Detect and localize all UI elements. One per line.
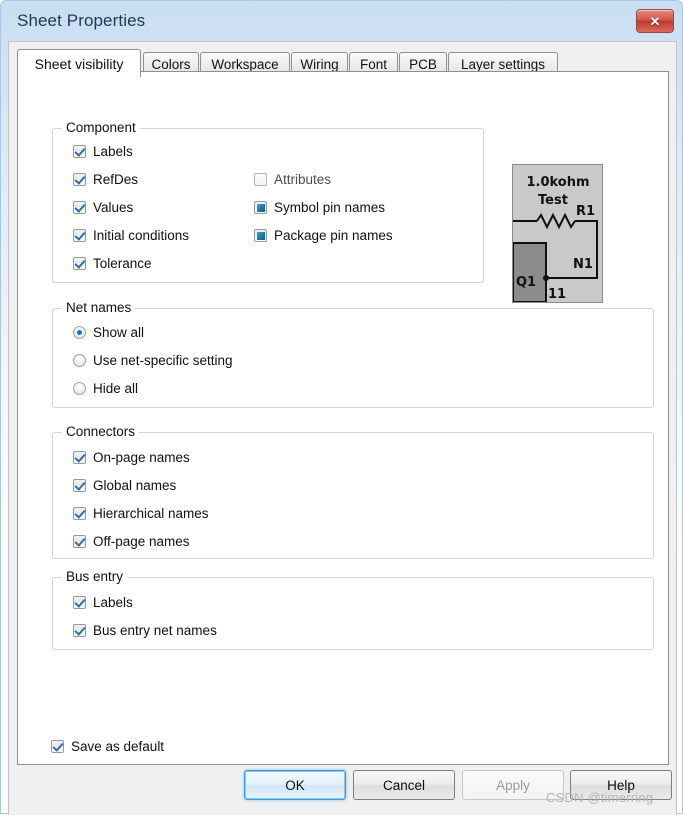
tab-label: PCB	[409, 56, 437, 72]
checkbox-label: Tolerance	[93, 256, 152, 271]
group-net-names-title: Net names	[62, 300, 136, 315]
checkbox-icon	[73, 145, 86, 159]
checkbox-icon	[51, 740, 64, 754]
checkbox-labels[interactable]: Labels	[73, 145, 133, 159]
tab-sheet-visibility[interactable]: Sheet visibility	[17, 49, 141, 77]
checkbox-save-as-default[interactable]: Save as default	[51, 740, 164, 754]
svg-text:R1: R1	[576, 204, 595, 219]
checkbox-label: On-page names	[93, 450, 190, 465]
checkbox-on-page-names[interactable]: On-page names	[73, 451, 190, 465]
checkbox-icon	[254, 229, 267, 243]
checkbox-tolerance[interactable]: Tolerance	[73, 257, 152, 271]
checkbox-bus-labels[interactable]: Labels	[73, 596, 133, 610]
checkbox-label: Symbol pin names	[274, 200, 386, 215]
radio-label: Hide all	[93, 381, 139, 396]
group-component: Component Labels RefDes Values Initial c…	[52, 120, 484, 283]
checkbox-icon	[73, 479, 86, 493]
checkbox-label: RefDes	[93, 172, 139, 187]
watermark: CSDN @timerring	[546, 790, 654, 805]
checkbox-label: Values	[93, 200, 134, 215]
checkbox-label: Labels	[93, 595, 133, 610]
page-title: Sheet Properties	[17, 11, 146, 30]
preview-schematic-icon: 1.0kohm Test R1 N1 Q1 11	[513, 165, 602, 302]
svg-text:11: 11	[548, 287, 566, 302]
tab-label: Font	[359, 56, 387, 72]
checkbox-label: Initial conditions	[93, 228, 190, 243]
cancel-button[interactable]: Cancel	[353, 770, 455, 800]
checkbox-icon	[73, 229, 86, 243]
tab-label: Wiring	[300, 56, 339, 72]
radio-use-net-specific-setting[interactable]: Use net-specific setting	[73, 354, 233, 368]
checkbox-global-names[interactable]: Global names	[73, 479, 176, 493]
checkbox-icon	[73, 507, 86, 521]
checkbox-bus-entry-net-names[interactable]: Bus entry net names	[73, 624, 217, 638]
cancel-button-label: Cancel	[382, 777, 426, 793]
checkbox-label: Hierarchical names	[93, 506, 209, 521]
group-net-names: Net names Show all Use net-specific sett…	[52, 300, 654, 408]
svg-text:N1: N1	[573, 257, 593, 272]
radio-label: Show all	[93, 325, 145, 340]
checkbox-label: Save as default	[71, 739, 165, 754]
component-preview: 1.0kohm Test R1 N1 Q1 11	[512, 164, 603, 303]
checkbox-icon	[73, 535, 86, 549]
tab-page-sheet-visibility: Component Labels RefDes Values Initial c…	[17, 71, 669, 765]
group-component-title: Component	[62, 120, 140, 135]
dialog-client-area: Sheet visibility Colors Workspace Wiring…	[8, 41, 677, 815]
checkbox-values[interactable]: Values	[73, 201, 133, 215]
checkbox-symbol-pin-names[interactable]: Symbol pin names	[254, 201, 385, 215]
checkbox-icon	[73, 201, 86, 215]
checkbox-icon	[73, 624, 86, 638]
svg-text:1.0kohm: 1.0kohm	[526, 175, 589, 190]
radio-icon	[73, 382, 86, 396]
checkbox-label: Package pin names	[274, 228, 393, 243]
checkbox-label: Global names	[93, 478, 177, 493]
checkbox-off-page-names[interactable]: Off-page names	[73, 535, 190, 549]
group-connectors-title: Connectors	[62, 424, 140, 439]
checkbox-label: Attributes	[274, 172, 332, 187]
checkbox-initial-conditions[interactable]: Initial conditions	[73, 229, 189, 243]
checkbox-label: Bus entry net names	[93, 623, 217, 638]
checkbox-icon	[254, 173, 267, 187]
group-connectors: Connectors On-page names Global names Hi…	[52, 424, 654, 559]
checkbox-attributes[interactable]: Attributes	[254, 173, 331, 187]
group-bus-entry: Bus entry Labels Bus entry net names	[52, 569, 654, 650]
checkbox-icon	[73, 451, 86, 465]
title-bar: Sheet Properties ✕	[1, 1, 683, 41]
checkbox-hierarchical-names[interactable]: Hierarchical names	[73, 507, 209, 521]
tab-label: Workspace	[211, 56, 279, 72]
radio-icon	[73, 354, 86, 368]
ok-button[interactable]: OK	[244, 770, 346, 800]
close-button[interactable]: ✕	[636, 9, 674, 33]
tab-label: Colors	[151, 56, 191, 72]
radio-show-all[interactable]: Show all	[73, 326, 144, 340]
checkbox-icon	[254, 201, 267, 215]
apply-button-label: Apply	[496, 777, 530, 793]
checkbox-refdes[interactable]: RefDes	[73, 173, 138, 187]
radio-hide-all[interactable]: Hide all	[73, 382, 138, 396]
svg-text:Q1: Q1	[516, 275, 536, 290]
close-icon: ✕	[649, 13, 661, 29]
radio-icon	[73, 326, 86, 340]
tab-label: Layer settings	[460, 56, 546, 72]
ok-button-label: OK	[285, 777, 305, 793]
sheet-properties-dialog: Sheet Properties ✕ Sheet visibility Colo…	[0, 0, 683, 815]
svg-text:Test: Test	[538, 193, 568, 208]
checkbox-icon	[73, 173, 86, 187]
checkbox-label: Labels	[93, 144, 133, 159]
tab-label: Sheet visibility	[34, 55, 124, 72]
group-bus-entry-title: Bus entry	[62, 569, 128, 584]
checkbox-icon	[73, 596, 86, 610]
checkbox-icon	[73, 257, 86, 271]
checkbox-package-pin-names[interactable]: Package pin names	[254, 229, 393, 243]
radio-label: Use net-specific setting	[93, 353, 233, 368]
checkbox-label: Off-page names	[93, 534, 190, 549]
